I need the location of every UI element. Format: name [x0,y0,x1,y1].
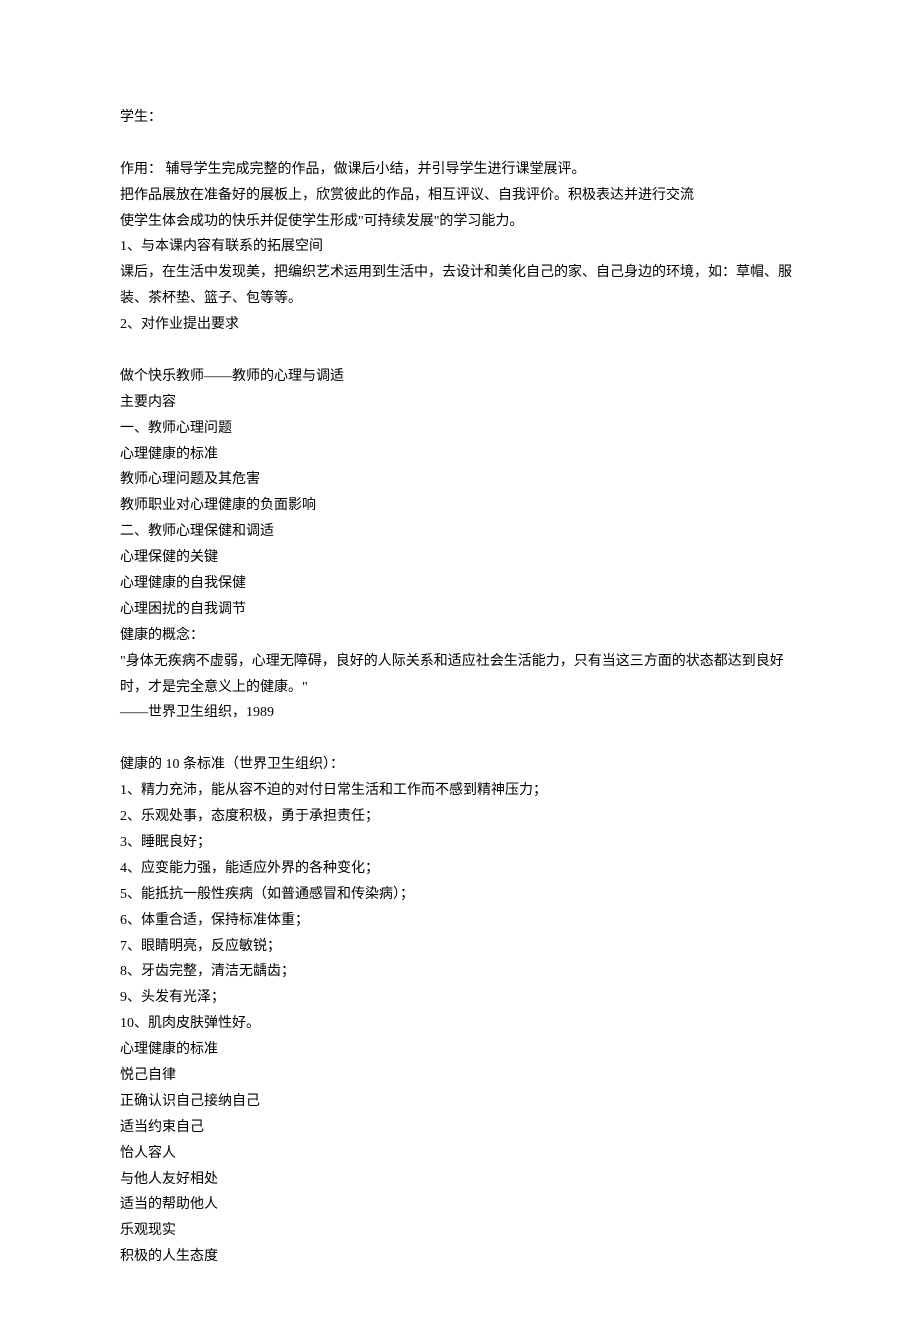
text-line: 课后，在生活中发现美，把编织艺术运用到生活中，去设计和美化自己的家、自己身边的环… [120,260,800,312]
text-line: 教师职业对心理健康的负面影响 [120,493,800,519]
text-line: 悦己自律 [120,1063,800,1089]
text-line: 适当约束自己 [120,1115,800,1141]
document-page: 学生： 作用： 辅导学生完成完整的作品，做课后小结，并引导学生进行课堂展评。把作品… [0,0,920,1330]
text-line: 心理保健的关键 [120,545,800,571]
text-line: 学生： [120,105,800,131]
text-line: 主要内容 [120,390,800,416]
text-line: 6、体重合适，保持标准体重； [120,908,800,934]
blank-line [120,131,800,157]
blank-line [120,726,800,752]
text-line: 乐观现实 [120,1218,800,1244]
text-line: 教师心理问题及其危害 [120,467,800,493]
text-line: 1、精力充沛，能从容不迫的对付日常生活和工作而不感到精神压力； [120,778,800,804]
text-line: 3、睡眠良好； [120,830,800,856]
text-line: 4、应变能力强，能适应外界的各种变化； [120,856,800,882]
text-line: 适当的帮助他人 [120,1192,800,1218]
text-line: 2、乐观处事，态度积极，勇于承担责任； [120,804,800,830]
text-line: 一、教师心理问题 [120,416,800,442]
text-line: 10、肌肉皮肤弹性好。 [120,1011,800,1037]
text-line: 使学生体会成功的快乐并促使学生形成"可持续发展"的学习能力。 [120,209,800,235]
text-line: ——世界卫生组织，1989 [120,700,800,726]
text-line: 心理健康的自我保健 [120,571,800,597]
text-line: 做个快乐教师——教师的心理与调适 [120,364,800,390]
text-line: 心理健康的标准 [120,1037,800,1063]
text-line: 9、头发有光泽； [120,985,800,1011]
text-line: 怡人容人 [120,1141,800,1167]
text-line: 2、对作业提出要求 [120,312,800,338]
text-line: 心理困扰的自我调节 [120,597,800,623]
blank-line [120,338,800,364]
text-line: "身体无疾病不虚弱，心理无障碍，良好的人际关系和适应社会生活能力，只有当这三方面… [120,649,800,701]
text-line: 健康的 10 条标准（世界卫生组织）： [120,752,800,778]
text-line: 正确认识自己接纳自己 [120,1089,800,1115]
text-line: 与他人友好相处 [120,1167,800,1193]
text-line: 心理健康的标准 [120,442,800,468]
text-line: 健康的概念： [120,623,800,649]
text-line: 作用： 辅导学生完成完整的作品，做课后小结，并引导学生进行课堂展评。 [120,157,800,183]
text-line: 7、眼睛明亮，反应敏锐； [120,934,800,960]
text-line: 积极的人生态度 [120,1244,800,1270]
text-line: 把作品展放在准备好的展板上，欣赏彼此的作品，相互评议、自我评价。积极表达并进行交… [120,183,800,209]
text-line: 5、能抵抗一般性疾病（如普通感冒和传染病）； [120,882,800,908]
text-line: 二、教师心理保健和调适 [120,519,800,545]
text-line: 1、与本课内容有联系的拓展空间 [120,234,800,260]
text-line: 8、牙齿完整，清洁无龋齿； [120,959,800,985]
